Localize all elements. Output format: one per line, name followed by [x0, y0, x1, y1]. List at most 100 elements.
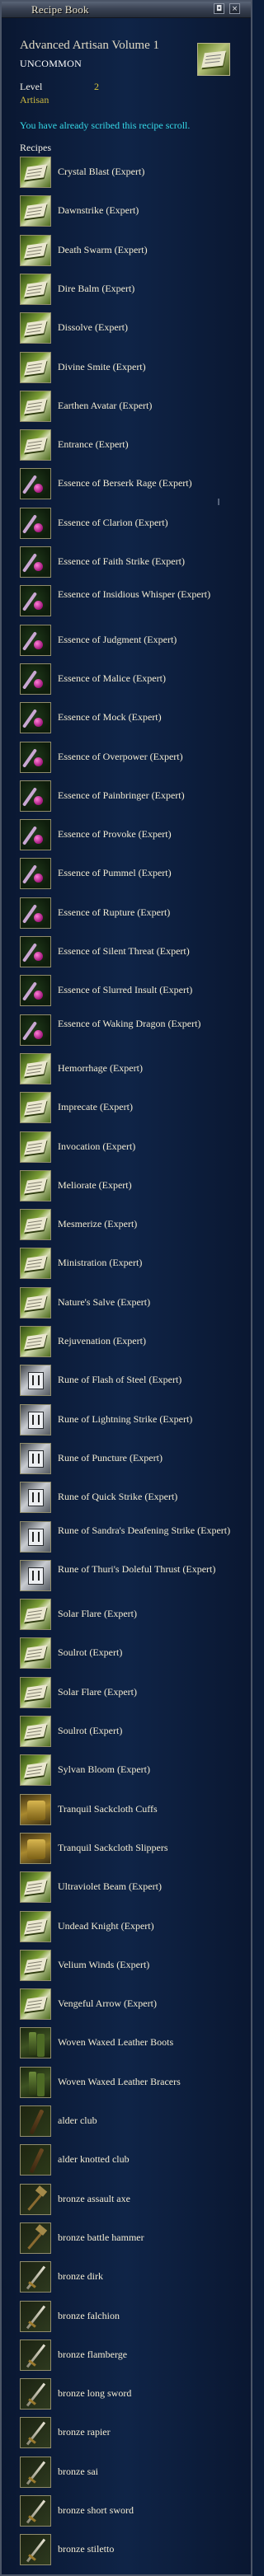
- scroll-icon[interactable]: [20, 1910, 51, 1942]
- recipe-row[interactable]: Essence of Malice (Expert): [20, 662, 243, 696]
- recipe-row[interactable]: Soulrot (Expert): [20, 1714, 243, 1748]
- recipe-row[interactable]: bronze dirk: [20, 2260, 243, 2293]
- essence-icon[interactable]: [20, 663, 51, 695]
- recipe-row[interactable]: Invocation (Expert): [20, 1130, 243, 1164]
- axe-icon[interactable]: [20, 2183, 51, 2215]
- recipe-row[interactable]: bronze falchion: [20, 2299, 243, 2333]
- scroll-icon[interactable]: [20, 1209, 51, 1241]
- essence-icon[interactable]: [20, 468, 51, 500]
- recipe-row[interactable]: Undead Knight (Expert): [20, 1909, 243, 1943]
- recipe-row[interactable]: Death Swarm (Expert): [20, 233, 243, 267]
- rune-icon[interactable]: [20, 1442, 51, 1474]
- recipe-row[interactable]: bronze battle hammer: [20, 2221, 243, 2255]
- scroll-icon[interactable]: [20, 1871, 51, 1904]
- recipe-row[interactable]: Ministration (Expert): [20, 1246, 243, 1280]
- recipe-row[interactable]: Ultraviolet Beam (Expert): [20, 1870, 243, 1904]
- club-icon[interactable]: [20, 2105, 51, 2137]
- scroll-icon[interactable]: [20, 273, 51, 305]
- scroll-icon[interactable]: [20, 1716, 51, 1747]
- recipe-row[interactable]: Sylvan Bloom (Expert): [20, 1753, 243, 1787]
- recipe-row[interactable]: Essence of Silent Threat (Expert): [20, 934, 243, 968]
- dagger-icon[interactable]: [20, 2261, 51, 2293]
- recipe-row[interactable]: Essence of Clarion (Expert): [20, 506, 243, 540]
- recipe-row[interactable]: Rejuvenation (Expert): [20, 1324, 243, 1358]
- recipe-row[interactable]: bronze short sword: [20, 2494, 243, 2527]
- leather-icon[interactable]: [20, 2066, 51, 2098]
- essence-icon[interactable]: [20, 702, 51, 734]
- recipe-row[interactable]: Essence of Faith Strike (Expert): [20, 545, 243, 578]
- essence-icon[interactable]: [20, 780, 51, 812]
- essence-icon[interactable]: [20, 546, 51, 578]
- essence-icon[interactable]: [20, 897, 51, 929]
- recipe-row[interactable]: Rune of Lightning Strike (Expert): [20, 1403, 243, 1436]
- sword-icon[interactable]: [20, 2300, 51, 2332]
- recipe-row[interactable]: Dire Balm (Expert): [20, 272, 243, 306]
- recipe-row[interactable]: Imprecate (Expert): [20, 1090, 243, 1124]
- rune-icon[interactable]: [20, 1365, 51, 1397]
- essence-icon[interactable]: [20, 585, 51, 617]
- recipe-row[interactable]: bronze long sword: [20, 2377, 243, 2410]
- cloth-icon[interactable]: [20, 1793, 51, 1825]
- recipe-row[interactable]: Essence of Waking Dragon (Expert): [20, 1013, 243, 1047]
- rune-icon[interactable]: [20, 1559, 51, 1591]
- scroll-icon[interactable]: [20, 1052, 51, 1084]
- recipe-row[interactable]: bronze stiletto: [20, 2532, 243, 2566]
- rune-icon[interactable]: [20, 1482, 51, 1514]
- recipe-row[interactable]: Essence of Berserk Rage (Expert): [20, 466, 243, 500]
- recipe-row[interactable]: Woven Waxed Leather Bracers: [20, 2065, 243, 2099]
- recipe-row[interactable]: Entrance (Expert): [20, 428, 243, 461]
- recipe-row[interactable]: Mesmerize (Expert): [20, 1207, 243, 1241]
- sword-icon[interactable]: [20, 2378, 51, 2410]
- essence-icon[interactable]: [20, 819, 51, 851]
- essence-icon[interactable]: [20, 975, 51, 1007]
- recipe-row[interactable]: Essence of Painbringer (Expert): [20, 779, 243, 813]
- recipe-row[interactable]: bronze rapier: [20, 2415, 243, 2449]
- sword-icon[interactable]: [20, 2417, 51, 2449]
- recipe-row[interactable]: Rune of Thuri's Doleful Thrust (Expert): [20, 1558, 243, 1592]
- essence-icon[interactable]: [20, 858, 51, 890]
- recipe-row[interactable]: Solar Flare (Expert): [20, 1597, 243, 1631]
- scroll-icon[interactable]: [20, 351, 51, 383]
- recipe-row[interactable]: Rune of Puncture (Expert): [20, 1441, 243, 1475]
- essence-icon[interactable]: [20, 1014, 51, 1046]
- close-icon[interactable]: ×: [229, 3, 240, 14]
- scroll-icon[interactable]: [20, 1676, 51, 1708]
- recipe-row[interactable]: Crystal Blast (Expert): [20, 155, 243, 189]
- recipe-row[interactable]: Nature's Salve (Expert): [20, 1286, 243, 1319]
- recipe-row[interactable]: Divine Smite (Expert): [20, 350, 243, 384]
- scroll-icon[interactable]: [20, 1637, 51, 1670]
- scroll-icon[interactable]: [20, 429, 51, 461]
- recipe-row[interactable]: bronze sai: [20, 2455, 243, 2489]
- recipe-row[interactable]: Vengeful Arrow (Expert): [20, 1987, 243, 2021]
- recipe-row[interactable]: Meliorate (Expert): [20, 1169, 243, 1202]
- sword-icon[interactable]: [20, 2495, 51, 2527]
- rune-icon[interactable]: [20, 1403, 51, 1436]
- scroll-icon[interactable]: [20, 1286, 51, 1318]
- essence-icon[interactable]: [20, 741, 51, 773]
- recipe-row[interactable]: Velium Winds (Expert): [20, 1948, 243, 1982]
- cloth-icon[interactable]: [20, 1832, 51, 1864]
- essence-icon[interactable]: [20, 624, 51, 656]
- recipe-row[interactable]: Essence of Judgment (Expert): [20, 623, 243, 657]
- recipe-row[interactable]: Essence of Slurred Insult (Expert): [20, 973, 243, 1007]
- recipe-row[interactable]: Earthen Avatar (Expert): [20, 389, 243, 423]
- recipe-row[interactable]: Essence of Overpower (Expert): [20, 740, 243, 774]
- recipe-row[interactable]: Essence of Provoke (Expert): [20, 817, 243, 851]
- essence-icon[interactable]: [20, 936, 51, 967]
- recipe-row[interactable]: Rune of Sandra's Deafening Strike (Exper…: [20, 1520, 243, 1553]
- recipe-row[interactable]: Dissolve (Expert): [20, 311, 243, 344]
- essence-icon[interactable]: [20, 507, 51, 539]
- scroll-icon[interactable]: [20, 234, 51, 266]
- scroll-icon[interactable]: [20, 1599, 51, 1631]
- scroll-icon[interactable]: [20, 1326, 51, 1357]
- rune-icon[interactable]: [20, 1520, 51, 1553]
- hammer-icon[interactable]: [20, 2222, 51, 2254]
- recipe-row[interactable]: alder knotted club: [20, 2143, 243, 2176]
- scroll-icon[interactable]: [20, 1949, 51, 1981]
- recipe-row[interactable]: Rune of Quick Strike (Expert): [20, 1480, 243, 1514]
- scroll-icon[interactable]: [20, 1169, 51, 1201]
- recipe-row[interactable]: Tranquil Sackcloth Cuffs: [20, 1792, 243, 1826]
- scroll-icon[interactable]: [20, 1754, 51, 1787]
- dagger-icon[interactable]: [20, 2534, 51, 2566]
- scroll-icon[interactable]: [20, 312, 51, 344]
